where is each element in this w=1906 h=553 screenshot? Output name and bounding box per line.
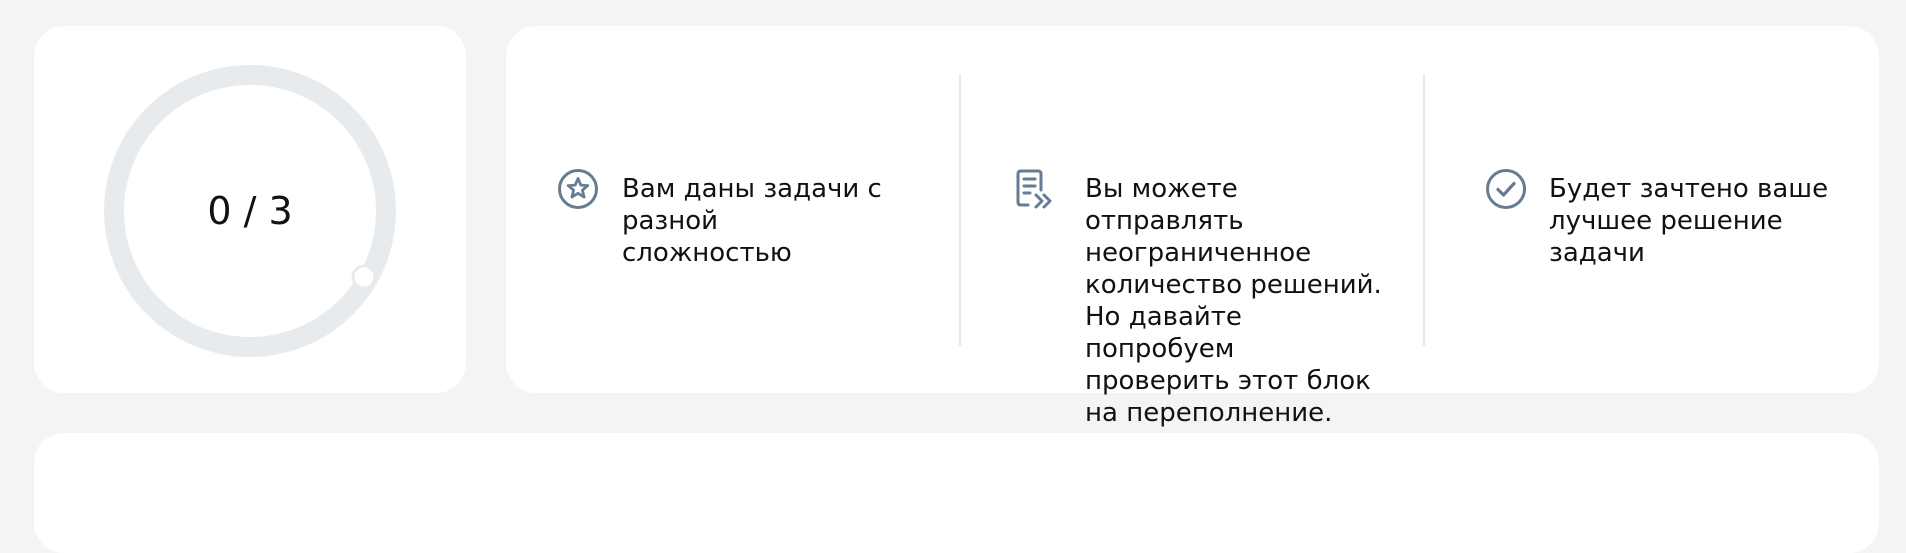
- submit-solutions-icon: [1014, 168, 1056, 210]
- info-card: Вам даны задачи с разной сложностью Вы м…: [506, 26, 1879, 428]
- divider: [1423, 74, 1425, 346]
- info-item-submissions: Вы можете отправлять неограниченное коли…: [971, 26, 1436, 428]
- info-item-best-solution: Будет зачтено ваше лучшее решение задачи: [1436, 26, 1879, 393]
- progress-card: 0 / 3: [34, 26, 466, 393]
- info-item-text: Вам даны задачи с разной сложностью: [622, 174, 882, 268]
- info-item-difficulty: Вам даны задачи с разной сложностью: [506, 26, 971, 393]
- info-item-text: Вы можете отправлять неограниченное коли…: [1085, 174, 1382, 428]
- info-item-text: Будет зачтено ваше лучшее решение задачи: [1549, 174, 1829, 268]
- check-circle-icon: [1485, 168, 1527, 210]
- bottom-card: [34, 433, 1879, 553]
- progress-count: 0 / 3: [207, 189, 293, 233]
- star-icon: [557, 168, 599, 210]
- divider: [959, 74, 961, 346]
